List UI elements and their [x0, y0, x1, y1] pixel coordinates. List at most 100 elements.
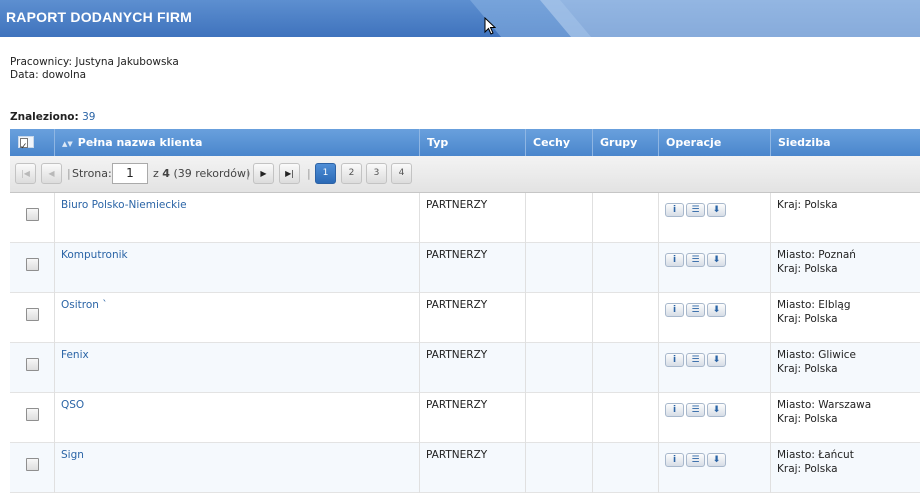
info-icon[interactable]: i	[665, 403, 684, 417]
page-button-4[interactable]: 4	[391, 163, 412, 184]
seat-cell: Miasto: Poznań Kraj: Polska	[771, 243, 920, 293]
page-button-3[interactable]: 3	[366, 163, 387, 184]
download-icon[interactable]: ⬇	[707, 453, 726, 467]
row-checkbox[interactable]	[26, 308, 39, 321]
client-type-cell: PARTNERZY	[420, 293, 526, 343]
download-icon[interactable]: ⬇	[707, 403, 726, 417]
client-groups-cell	[593, 193, 659, 243]
list-icon[interactable]: ☰	[686, 253, 705, 267]
client-features-cell	[526, 343, 593, 393]
client-name-link[interactable]: Komputronik	[61, 249, 128, 261]
list-icon[interactable]: ☰	[686, 203, 705, 217]
client-name-link[interactable]: QSO	[61, 399, 84, 411]
client-features-cell	[526, 393, 593, 443]
client-name-link[interactable]: Biuro Polsko-Niemieckie	[61, 199, 187, 211]
next-page-button[interactable]: ▶	[253, 163, 274, 184]
column-header-groups[interactable]: Grupy	[593, 129, 659, 156]
client-features-cell	[526, 443, 593, 493]
seat-country: Kraj: Polska	[777, 199, 838, 211]
info-icon[interactable]: i	[665, 353, 684, 367]
page-title: RAPORT DODANYCH FIRM	[6, 9, 192, 25]
seat-city: Miasto: Warszawa	[777, 399, 872, 411]
results-count: Znaleziono: 39	[10, 111, 95, 123]
row-checkbox[interactable]	[26, 408, 39, 421]
table-row: Biuro Polsko-Niemieckie PARTNERZY i ☰ ⬇ …	[10, 193, 920, 243]
operations-cell: i ☰ ⬇	[659, 293, 771, 343]
row-checkbox[interactable]	[26, 358, 39, 371]
seat-cell: Miasto: Warszawa Kraj: Polska	[771, 393, 920, 443]
list-icon[interactable]: ☰	[686, 453, 705, 467]
employees-filter: Pracownicy: Justyna Jakubowska	[10, 56, 179, 68]
clients-table: ▲▼Pełna nazwa klienta Typ Cechy Grupy Op…	[10, 129, 920, 493]
seat-city: Miasto: Poznań	[777, 249, 856, 261]
seat-cell: Miasto: Łańcut Kraj: Polska	[771, 443, 920, 493]
sort-icon: ▲▼	[62, 140, 73, 148]
client-features-cell	[526, 293, 593, 343]
info-icon[interactable]: i	[665, 453, 684, 467]
select-all-checkbox-icon[interactable]	[18, 134, 34, 161]
seat-city: Miasto: Elbląg	[777, 299, 851, 311]
row-checkbox[interactable]	[26, 258, 39, 271]
client-groups-cell	[593, 443, 659, 493]
table-row: Komputronik PARTNERZY i ☰ ⬇ Miasto: Pozn…	[10, 243, 920, 293]
seat-city: Miasto: Gliwice	[777, 349, 857, 361]
operations-cell: i ☰ ⬇	[659, 393, 771, 443]
list-icon[interactable]: ☰	[686, 403, 705, 417]
results-label: Znaleziono:	[10, 111, 79, 123]
page-button-1[interactable]: 1	[315, 163, 336, 184]
report-header: RAPORT DODANYCH FIRM	[0, 0, 920, 37]
client-groups-cell	[593, 343, 659, 393]
download-icon[interactable]: ⬇	[707, 353, 726, 367]
first-page-button[interactable]: |◀	[15, 163, 36, 184]
client-groups-cell	[593, 243, 659, 293]
client-name-cell: Sign	[55, 443, 420, 493]
client-name-cell: Fenix	[55, 343, 420, 393]
download-icon[interactable]: ⬇	[707, 253, 726, 267]
download-icon[interactable]: ⬇	[707, 203, 726, 217]
row-checkbox[interactable]	[26, 458, 39, 471]
column-header-type[interactable]: Typ	[420, 129, 526, 156]
client-groups-cell	[593, 293, 659, 343]
download-icon[interactable]: ⬇	[707, 303, 726, 317]
client-groups-cell	[593, 393, 659, 443]
client-type-cell: PARTNERZY	[420, 443, 526, 493]
row-select-cell	[10, 343, 55, 393]
row-checkbox[interactable]	[26, 208, 39, 221]
seat-cell: Kraj: Polska	[771, 193, 920, 243]
info-icon[interactable]: i	[665, 203, 684, 217]
table-header: ▲▼Pełna nazwa klienta Typ Cechy Grupy Op…	[10, 129, 920, 161]
report-filters: Pracownicy: Justyna Jakubowska Data: dow…	[10, 56, 179, 82]
client-features-cell	[526, 243, 593, 293]
operations-cell: i ☰ ⬇	[659, 343, 771, 393]
info-icon[interactable]: i	[665, 303, 684, 317]
column-header-seat[interactable]: Siedziba	[771, 129, 920, 156]
table-row: Sign PARTNERZY i ☰ ⬇ Miasto: Łańcut Kraj…	[10, 443, 920, 493]
client-name-link[interactable]: Fenix	[61, 349, 89, 361]
list-icon[interactable]: ☰	[686, 303, 705, 317]
seat-country: Kraj: Polska	[777, 263, 838, 275]
list-icon[interactable]: ☰	[686, 353, 705, 367]
page-number-input[interactable]: 1	[112, 163, 148, 184]
client-name-link[interactable]: Sign	[61, 449, 84, 461]
mouse-cursor-icon	[484, 17, 496, 35]
table-row: Fenix PARTNERZY i ☰ ⬇ Miasto: Gliwice Kr…	[10, 343, 920, 393]
column-header-features[interactable]: Cechy	[526, 129, 593, 156]
row-select-cell	[10, 193, 55, 243]
page-button-2[interactable]: 2	[341, 163, 362, 184]
header-decoration-light	[540, 0, 920, 37]
client-name-cell: Ositron `	[55, 293, 420, 343]
info-icon[interactable]: i	[665, 253, 684, 267]
client-type-cell: PARTNERZY	[420, 243, 526, 293]
page-label: Strona:	[72, 167, 112, 180]
row-select-cell	[10, 443, 55, 493]
select-all-header[interactable]	[10, 129, 55, 161]
previous-page-button[interactable]: ◀	[41, 163, 62, 184]
last-page-button[interactable]: ▶|	[279, 163, 300, 184]
column-header-name[interactable]: ▲▼ Pełna nazwa klienta	[55, 129, 420, 156]
row-select-cell	[10, 393, 55, 443]
client-name-link[interactable]: Ositron `	[61, 299, 108, 311]
client-features-cell	[526, 193, 593, 243]
seat-country: Kraj: Polska	[777, 363, 838, 375]
date-filter: Data: dowolna	[10, 69, 87, 81]
client-type-cell: PARTNERZY	[420, 393, 526, 443]
